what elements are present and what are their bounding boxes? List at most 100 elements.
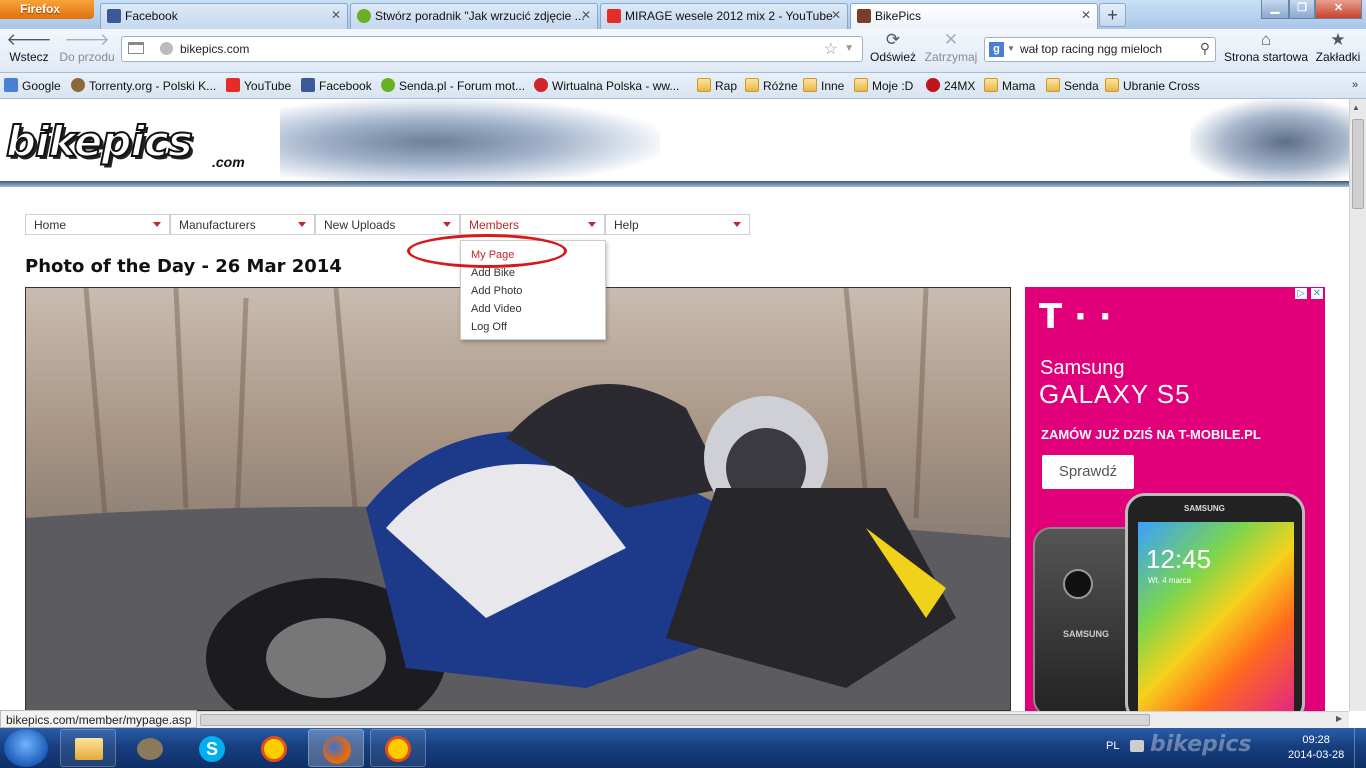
facebook-icon: [301, 78, 315, 92]
chevron-down-icon[interactable]: ▼: [1007, 44, 1015, 53]
star-icon[interactable]: ☆: [824, 39, 838, 59]
taskbar-gadu[interactable]: [246, 729, 302, 767]
chevron-down-icon[interactable]: ▼: [844, 43, 854, 54]
search-box[interactable]: g ▼ wał top racing ngg mieloch ⚲: [984, 37, 1216, 62]
dropdown-arrow-icon: [588, 222, 596, 227]
taskbar-explorer[interactable]: [60, 729, 116, 767]
bookmark-label: Rap: [715, 79, 738, 93]
window-close-button[interactable]: ✕: [1315, 0, 1362, 19]
bookmark-24mx[interactable]: 24MX: [926, 78, 975, 93]
bookmark-folder-inne[interactable]: Inne: [803, 78, 844, 93]
scrollbar-thumb[interactable]: [1352, 119, 1364, 209]
start-button[interactable]: [4, 729, 48, 767]
bikepics-icon: [857, 9, 871, 23]
bookmarks-label: Zakładki: [1315, 50, 1361, 64]
ad-sprawdz-button[interactable]: Sprawdź: [1042, 455, 1134, 489]
forward-arrow-icon: 🡒: [64, 30, 110, 49]
bookmark-folder-mama[interactable]: Mama: [984, 78, 1036, 93]
bikepics-watermark: bikepics: [1150, 732, 1252, 757]
language-indicator[interactable]: PL: [1106, 740, 1119, 752]
ad-line-galaxy: GALAXY S5: [1039, 379, 1191, 409]
tab-label: Stwórz poradnik "Jak wrzucić zdjęcie ...: [375, 9, 585, 23]
maximize-button[interactable]: ❐: [1289, 0, 1315, 19]
skype-icon: S: [199, 736, 225, 762]
page-icon: [128, 42, 144, 54]
tray-network-icon[interactable]: [1130, 740, 1144, 752]
menu-label: Members: [469, 218, 520, 232]
taskbar-gimp[interactable]: [122, 729, 178, 767]
facebook-icon: [107, 9, 121, 23]
close-icon[interactable]: ✕: [331, 8, 341, 22]
dropdown-item-add-bike[interactable]: Add Bike: [471, 267, 515, 279]
scroll-up-icon[interactable]: ▲: [1352, 103, 1360, 112]
menu-manufacturers[interactable]: Manufacturers: [170, 214, 315, 235]
system-clock[interactable]: 09:28 2014-03-28: [1288, 733, 1344, 763]
bookmark-facebook[interactable]: Facebook: [301, 78, 372, 93]
bookmark-folder-ubranie[interactable]: Ubranie Cross: [1105, 78, 1200, 93]
youtube-icon: [607, 9, 621, 23]
site-logo[interactable]: bikepics: [5, 116, 194, 167]
bookmark-senda-forum[interactable]: Senda.pl - Forum mot...: [381, 78, 526, 93]
folder-icon: [854, 78, 868, 92]
tab-facebook[interactable]: Facebook ✕: [100, 3, 348, 29]
camera-icon: [1063, 569, 1093, 599]
tab-senda[interactable]: Stwórz poradnik "Jak wrzucić zdjęcie ...…: [350, 3, 598, 29]
tab-label: BikePics: [875, 9, 922, 23]
bookmark-google[interactable]: Google: [4, 78, 61, 93]
bookmarks-button[interactable]: ★ Zakładki: [1312, 29, 1364, 73]
forward-button[interactable]: 🡒 Do przodu: [56, 29, 118, 73]
search-input[interactable]: wał top racing ngg mieloch: [1020, 42, 1162, 56]
stop-button[interactable]: ✕ Zatrzymaj: [922, 29, 980, 73]
folder-icon: [1105, 78, 1119, 92]
dropdown-item-log-off[interactable]: Log Off: [471, 321, 507, 333]
tab-bikepics[interactable]: BikePics ✕: [850, 3, 1098, 29]
menu-new-uploads[interactable]: New Uploads: [315, 214, 460, 235]
back-button[interactable]: 🡐 Wstecz: [4, 29, 54, 73]
new-tab-button[interactable]: +: [1099, 3, 1126, 27]
scroll-right-icon[interactable]: ▶: [1336, 714, 1342, 723]
hscroll-thumb[interactable]: [200, 714, 1150, 726]
close-icon[interactable]: ✕: [1081, 8, 1091, 22]
bookmark-torrenty[interactable]: Torrenty.org - Polski K...: [71, 78, 216, 93]
phone-screen: 12:45 Wt. 4 marca: [1138, 522, 1294, 711]
bookmark-folder-moje[interactable]: Moje :D: [854, 78, 913, 93]
show-desktop-button[interactable]: [1354, 728, 1366, 768]
menu-help[interactable]: Help: [605, 214, 750, 235]
menu-label: New Uploads: [324, 218, 396, 232]
samsung-galaxy-ad[interactable]: ▷ ✕ T · · Samsung GALAXY S5 ZAMÓW JUŻ DZ…: [1025, 287, 1325, 711]
taskbar-gadu-window[interactable]: [370, 729, 426, 767]
search-icon[interactable]: ⚲: [1200, 40, 1210, 57]
horizontal-scrollbar[interactable]: ▶: [0, 711, 1349, 728]
close-icon[interactable]: ✕: [581, 8, 591, 22]
menu-members[interactable]: Members: [460, 214, 605, 235]
bookmark-label: Senda.pl - Forum mot...: [399, 79, 526, 93]
menu-home[interactable]: Home: [25, 214, 170, 235]
close-icon[interactable]: ✕: [831, 8, 841, 22]
folder-icon: [75, 738, 103, 760]
folder-icon: [1046, 78, 1060, 92]
minimize-button[interactable]: ▁: [1261, 0, 1289, 19]
red-highlight-circle: [407, 234, 567, 268]
ad-close-icon[interactable]: ✕: [1310, 288, 1323, 299]
chevron-right-icon[interactable]: »: [1352, 79, 1358, 91]
tab-label: Facebook: [125, 9, 178, 23]
address-bar[interactable]: bikepics.com ☆ ▼: [121, 36, 863, 62]
senda-icon: [357, 9, 371, 23]
photo-of-the-day-image[interactable]: [25, 287, 1011, 711]
reload-button[interactable]: ⟳ Odśwież: [866, 29, 920, 73]
bookmark-label: Mama: [1002, 79, 1036, 93]
dropdown-item-add-video[interactable]: Add Video: [471, 303, 522, 315]
bookmark-folder-rozne[interactable]: Różne: [745, 78, 798, 93]
bookmark-folder-senda[interactable]: Senda: [1046, 78, 1099, 93]
firefox-menu-button[interactable]: Firefox: [0, 0, 94, 19]
taskbar-firefox[interactable]: [308, 729, 364, 767]
bookmark-folder-rap[interactable]: Rap: [697, 78, 738, 93]
taskbar-skype[interactable]: S: [184, 729, 240, 767]
ad-info-icon[interactable]: ▷: [1295, 288, 1307, 299]
vertical-scrollbar[interactable]: ▲: [1349, 99, 1366, 711]
bookmark-youtube[interactable]: YouTube: [226, 78, 291, 93]
bookmark-wp[interactable]: Wirtualna Polska - ww...: [534, 78, 679, 93]
dropdown-item-add-photo[interactable]: Add Photo: [471, 285, 522, 297]
tab-youtube[interactable]: MIRAGE wesele 2012 mix 2 - YouTube ✕: [600, 3, 848, 29]
home-button[interactable]: ⌂ Strona startowa: [1222, 29, 1310, 73]
